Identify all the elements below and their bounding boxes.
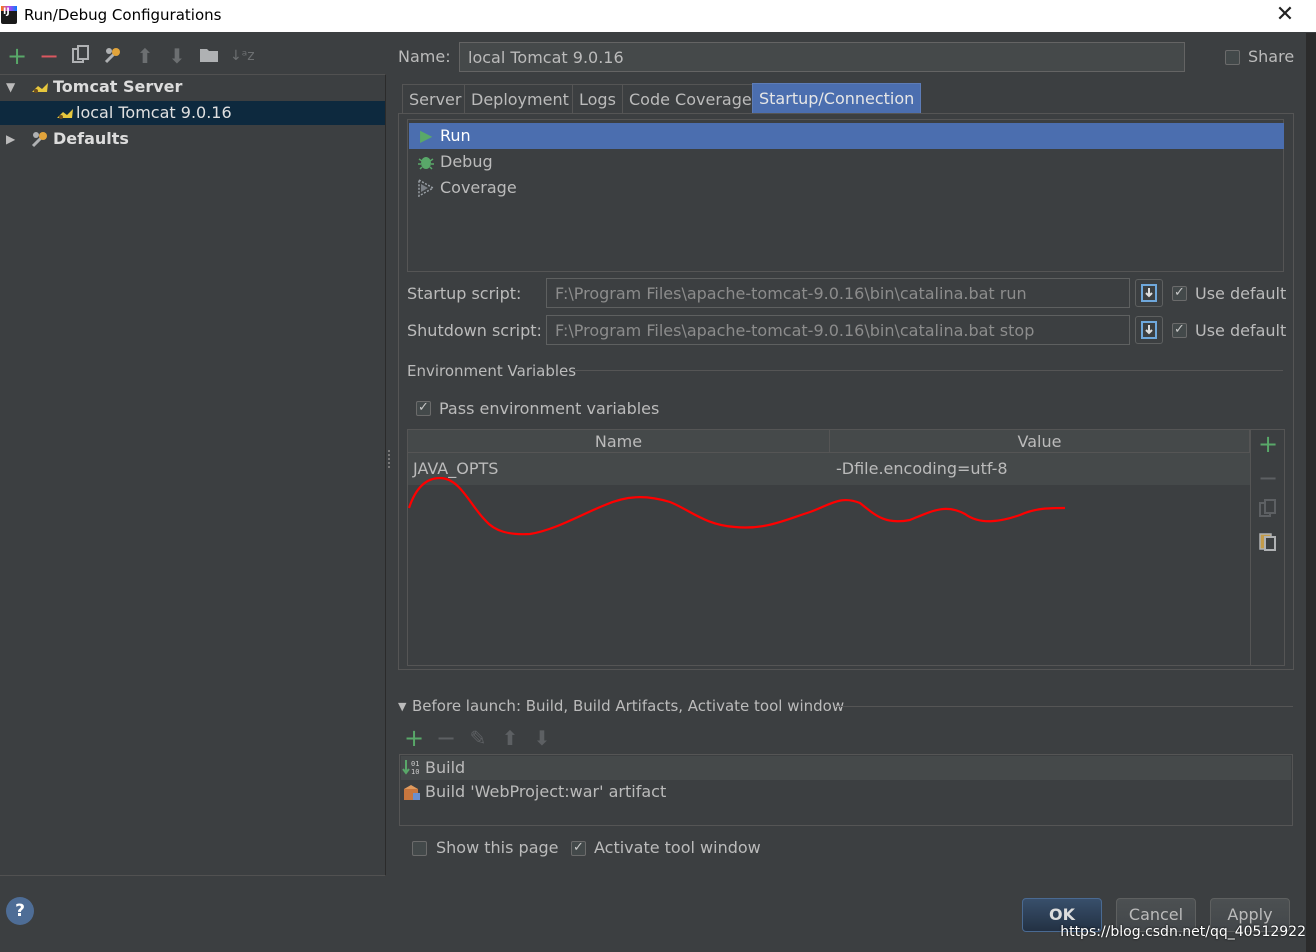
- list-item[interactable]: Build 'WebProject:war' artifact: [401, 780, 1291, 804]
- env-table: Name Value JAVA_OPTS -Dfile.encoding=utf…: [407, 429, 1285, 666]
- show-page-checkbox[interactable]: [412, 841, 427, 856]
- browse-icon: [1141, 321, 1157, 339]
- mode-list: ▶ Run Debug Coverage: [407, 119, 1284, 272]
- shutdown-script-input[interactable]: F:\Program Files\apache-tomcat-9.0.16\bi…: [546, 315, 1130, 345]
- name-input[interactable]: local Tomcat 9.0.16: [459, 42, 1185, 72]
- coverage-icon: [417, 178, 435, 205]
- close-icon[interactable]: ✕: [1272, 2, 1298, 28]
- remove-icon[interactable]: −: [1257, 466, 1279, 490]
- shutdown-script-label: Shutdown script:: [407, 321, 542, 340]
- arrow-up-icon[interactable]: ⬆: [499, 727, 521, 749]
- tree-group-tomcat[interactable]: ▼ Tomcat Server: [0, 75, 385, 99]
- arrow-down-icon[interactable]: ⬇: [166, 45, 188, 67]
- edit-icon[interactable]: ✎: [467, 727, 489, 749]
- mode-debug[interactable]: Debug: [409, 149, 1284, 175]
- background-window-edge: [1306, 33, 1316, 952]
- column-header-value[interactable]: Value: [830, 430, 1250, 453]
- pass-env-checkbox[interactable]: ✓: [416, 401, 431, 416]
- startup-script-input[interactable]: F:\Program Files\apache-tomcat-9.0.16\bi…: [546, 278, 1130, 308]
- name-label: Name:: [398, 47, 451, 66]
- startup-use-default-label: Use default: [1195, 284, 1287, 303]
- mode-run-label: Run: [440, 126, 471, 145]
- shutdown-browse-button[interactable]: [1135, 316, 1163, 344]
- tab-deployment[interactable]: Deployment: [464, 84, 576, 113]
- splitter-handle[interactable]: [388, 450, 394, 468]
- tab-startup-connection[interactable]: Startup/Connection: [752, 83, 922, 114]
- launch-item-label: Build 'WebProject:war' artifact: [425, 782, 667, 801]
- intellij-app-icon: [1, 6, 17, 24]
- share-checkbox[interactable]: [1225, 50, 1240, 65]
- paste-icon[interactable]: [1257, 531, 1279, 553]
- add-icon[interactable]: +: [1257, 432, 1279, 456]
- before-launch-list: 01 10 Build Build 'WebProject:war' artifa…: [399, 754, 1293, 826]
- wrench-icon: [30, 129, 50, 156]
- tree-defaults-label: Defaults: [53, 129, 129, 148]
- column-header-name[interactable]: Name: [408, 430, 830, 453]
- remove-icon[interactable]: −: [435, 726, 457, 750]
- tree-item-local-tomcat[interactable]: local Tomcat 9.0.16: [0, 101, 385, 125]
- pass-env-label: Pass environment variables: [439, 399, 660, 418]
- sort-icon[interactable]: ↓ᵃz: [230, 45, 255, 67]
- folder-icon[interactable]: [198, 45, 220, 67]
- mode-coverage-label: Coverage: [440, 178, 517, 197]
- browse-icon: [1141, 284, 1157, 302]
- arrow-down-icon[interactable]: ⬇: [531, 727, 553, 749]
- activate-window-label: Activate tool window: [594, 838, 761, 857]
- arrow-up-icon[interactable]: ⬆: [134, 45, 156, 67]
- red-scribble-annotation: [407, 476, 1066, 536]
- show-page-label: Show this page: [436, 838, 559, 857]
- remove-icon[interactable]: −: [38, 44, 60, 68]
- copy-icon[interactable]: [70, 45, 92, 67]
- tomcat-icon: [55, 101, 75, 125]
- window-title: Run/Debug Configurations: [24, 6, 222, 24]
- collapse-arrow-icon[interactable]: ▼: [398, 700, 406, 713]
- env-side-toolbar: + −: [1250, 429, 1285, 666]
- wrench-icon[interactable]: [102, 45, 124, 67]
- add-icon[interactable]: +: [6, 44, 28, 68]
- launch-item-label: Build: [425, 758, 466, 777]
- tree-item-label: local Tomcat 9.0.16: [76, 103, 232, 122]
- env-separator: [575, 370, 1283, 371]
- shutdown-use-default-label: Use default: [1195, 321, 1287, 340]
- svg-text:01: 01: [411, 760, 419, 768]
- startup-browse-button[interactable]: [1135, 279, 1163, 307]
- before-launch-title[interactable]: Before launch: Build, Build Artifacts, A…: [412, 697, 844, 715]
- copy-icon[interactable]: [1257, 499, 1279, 521]
- env-section-title: Environment Variables: [407, 362, 577, 380]
- tree-item-defaults[interactable]: ▶ Defaults: [0, 127, 385, 151]
- startup-script-label: Startup script:: [407, 284, 522, 303]
- mode-run[interactable]: ▶ Run: [409, 123, 1284, 149]
- add-icon[interactable]: +: [403, 726, 425, 750]
- tab-server[interactable]: Server: [402, 84, 469, 113]
- tomcat-icon: [30, 75, 50, 99]
- before-launch-separator: [835, 706, 1293, 707]
- tree-group-label: Tomcat Server: [53, 77, 183, 96]
- run-icon: ▶: [420, 126, 433, 145]
- mode-debug-label: Debug: [440, 152, 493, 171]
- svg-text:10: 10: [411, 768, 419, 776]
- list-item[interactable]: 01 10 Build: [401, 756, 1291, 780]
- share-label: Share: [1248, 47, 1295, 66]
- collapse-arrow-icon[interactable]: ▶: [6, 127, 15, 151]
- help-button[interactable]: ?: [6, 897, 34, 925]
- watermark-text: https://blog.csdn.net/qq_40512922: [1060, 924, 1306, 940]
- startup-use-default-checkbox[interactable]: ✓: [1172, 286, 1187, 301]
- shutdown-use-default-checkbox[interactable]: ✓: [1172, 323, 1187, 338]
- tab-code-coverage[interactable]: Code Coverage: [622, 84, 759, 113]
- activate-window-checkbox[interactable]: ✓: [571, 841, 586, 856]
- tab-logs[interactable]: Logs: [572, 84, 623, 113]
- mode-coverage[interactable]: Coverage: [409, 175, 1284, 201]
- config-tree-panel: ▼ Tomcat Server local Tomcat 9.0.16 ▶ De…: [0, 74, 386, 876]
- expand-arrow-icon[interactable]: ▼: [6, 75, 15, 99]
- artifact-icon: [402, 782, 422, 809]
- title-bar: Run/Debug Configurations ✕: [0, 0, 1316, 32]
